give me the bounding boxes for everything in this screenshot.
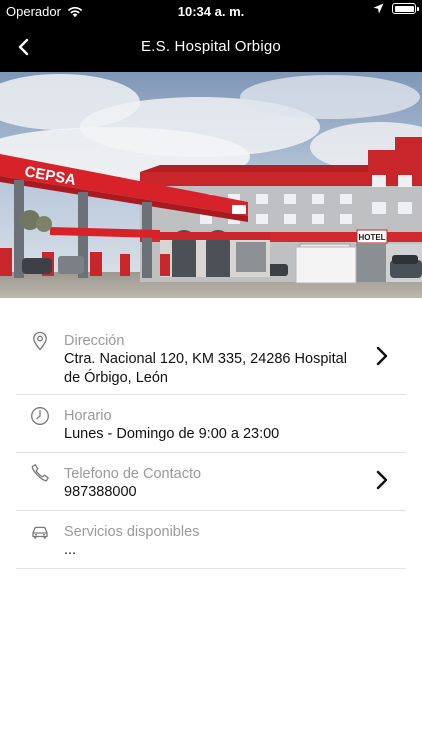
status-time: 10:34 a. m.	[177, 4, 245, 19]
station-photo: HOTEL CEPSA	[0, 72, 422, 298]
schedule-value: Lunes - Domingo de 9:00 a 23:00	[64, 426, 280, 442]
hotel-sign: HOTEL	[358, 233, 385, 242]
nav-bar: E.S. Hospital Orbigo	[0, 22, 422, 72]
station-details: Dirección Ctra. Nacional 120, KM 335, 24…	[16, 322, 406, 569]
chevron-right-icon[interactable]	[374, 469, 390, 491]
phone-label: Telefono de Contacto	[64, 466, 202, 482]
back-button[interactable]	[10, 34, 36, 60]
address-label: Dirección	[64, 333, 125, 349]
phone-value: 987388000	[64, 484, 137, 500]
services-label: Servicios disponibles	[64, 524, 200, 540]
location-arrow-icon	[373, 3, 384, 14]
top-bar: Operador 10:34 a. m. E.S. Hospital Orbig…	[0, 0, 422, 72]
location-pin-icon	[33, 331, 47, 351]
car-icon	[32, 526, 48, 539]
status-bar: Operador 10:34 a. m.	[0, 0, 422, 22]
battery-icon	[392, 3, 419, 14]
gas-station-illustration: HOTEL CEPSA	[0, 72, 422, 298]
services-row: Servicios disponibles ...	[16, 511, 406, 569]
page-title: E.S. Hospital Orbigo	[141, 38, 281, 55]
schedule-row: Horario Lunes - Domingo de 9:00 a 23:00	[16, 395, 406, 453]
services-value: ...	[64, 542, 77, 558]
status-right	[373, 3, 419, 14]
phone-row[interactable]: Telefono de Contacto 987388000	[16, 453, 406, 511]
chevron-left-icon	[18, 38, 29, 56]
schedule-label: Horario	[64, 408, 112, 424]
chevron-right-icon[interactable]	[374, 345, 390, 367]
clock-icon	[31, 407, 49, 425]
address-row[interactable]: Dirección Ctra. Nacional 120, KM 335, 24…	[16, 322, 406, 395]
address-value: Ctra. Nacional 120, KM 335, 24286 Hospit…	[64, 351, 347, 386]
phone-icon	[31, 464, 49, 482]
